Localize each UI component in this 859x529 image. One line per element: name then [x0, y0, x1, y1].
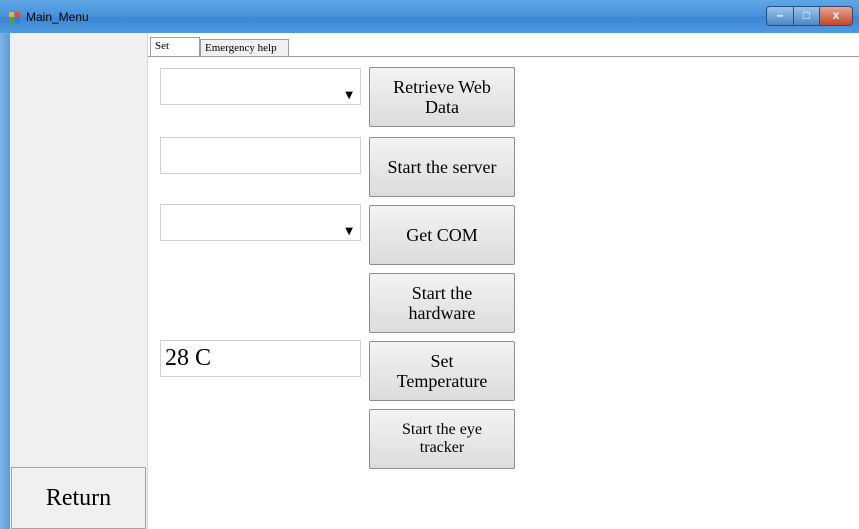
server-field[interactable]	[160, 137, 361, 174]
web-data-select[interactable]: ▼	[160, 68, 361, 105]
tab-emergency-help[interactable]: Emergency help	[200, 39, 289, 57]
window-left-frame	[0, 33, 10, 529]
set-temperature-button[interactable]: Set Temperature	[369, 341, 515, 401]
start-eye-tracker-button[interactable]: Start the eye tracker	[369, 409, 515, 469]
return-button[interactable]: Return	[11, 467, 146, 529]
chevron-down-icon[interactable]: ▼	[345, 214, 353, 249]
minimize-button[interactable]: –	[766, 6, 794, 26]
temperature-field[interactable]: 28 C	[160, 340, 361, 377]
maximize-button[interactable]: □	[793, 6, 820, 26]
start-hardware-button[interactable]: Start the hardware	[369, 273, 515, 333]
com-port-select[interactable]: ▼	[160, 204, 361, 241]
title-bar: Main_Menu – □ x	[0, 0, 859, 33]
chevron-down-icon[interactable]: ▼	[345, 78, 353, 113]
temperature-value: 28 C	[165, 345, 212, 371]
start-server-button[interactable]: Start the server	[369, 137, 515, 197]
tab-divider	[148, 56, 859, 57]
get-com-button[interactable]: Get COM	[369, 205, 515, 265]
side-panel	[10, 33, 148, 529]
close-button[interactable]: x	[819, 6, 853, 26]
window-title: Main_Menu	[26, 10, 89, 24]
retrieve-web-data-button[interactable]: Retrieve Web Data	[369, 67, 515, 127]
tab-set[interactable]: Set	[150, 37, 200, 57]
app-icon	[9, 12, 20, 23]
